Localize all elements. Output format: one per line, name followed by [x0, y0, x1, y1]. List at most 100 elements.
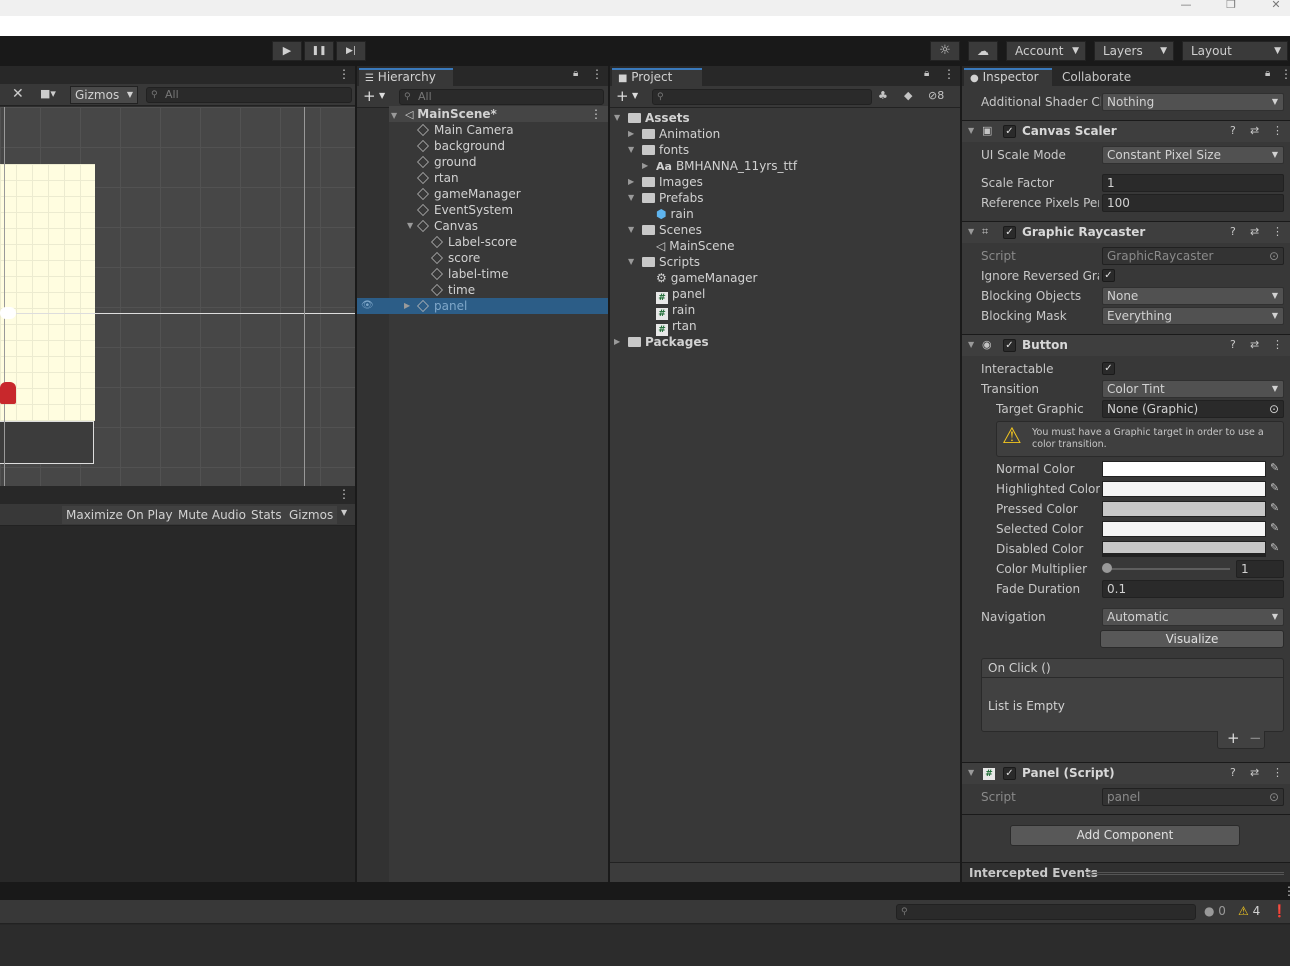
button-component-header[interactable]: ▼ ◉ ✓ Button ? ⇄ ⋮: [962, 334, 1290, 356]
disabled-color-swatch[interactable]: [1102, 541, 1266, 557]
maximize-on-play-toggle[interactable]: Maximize On Play: [62, 506, 177, 524]
project-item[interactable]: ⚙ gameManager: [610, 270, 960, 286]
game-gizmos-toggle[interactable]: Gizmos: [285, 506, 338, 524]
shader-channels-dropdown[interactable]: Nothing ▼: [1102, 93, 1284, 111]
hierarchy-item[interactable]: Label-score: [389, 234, 608, 250]
expand-arrow-icon[interactable]: ▶: [614, 334, 620, 350]
filter-type-icon[interactable]: ♣: [878, 89, 888, 102]
splitter[interactable]: [355, 66, 357, 882]
more-icon[interactable]: ⋮: [1272, 766, 1283, 779]
normal-color-swatch[interactable]: [1102, 461, 1266, 477]
more-icon[interactable]: ⋮: [338, 67, 350, 81]
object-picker-icon[interactable]: ⊙: [1269, 401, 1279, 417]
panel-script-header[interactable]: ▼ # ✓ Panel (Script) ? ⇄ ⋮: [962, 762, 1290, 784]
project-item[interactable]: ▼ Scenes: [610, 222, 960, 238]
tools-icon[interactable]: ✕: [12, 86, 24, 102]
add-icon[interactable]: +: [616, 87, 629, 105]
splitter[interactable]: [608, 66, 610, 882]
hidden-packages-icon[interactable]: ⊘8: [928, 89, 944, 102]
scene-search-input[interactable]: ⚲ All: [146, 87, 352, 103]
presets-icon[interactable]: ⇄: [1250, 124, 1259, 137]
more-icon[interactable]: ⋮: [1272, 124, 1283, 137]
enabled-checkbox[interactable]: ✓: [1003, 339, 1016, 352]
expand-arrow-icon[interactable]: ▼: [614, 110, 620, 126]
add-component-button[interactable]: Add Component: [1010, 825, 1240, 846]
hierarchy-item[interactable]: ground: [389, 154, 608, 170]
hierarchy-item[interactable]: 👁︎ ▶ panel: [357, 298, 608, 314]
tab-inspector[interactable]: ● Inspector: [964, 68, 1052, 86]
hierarchy-item[interactable]: label-time: [389, 266, 608, 282]
chevron-down-icon[interactable]: ▼: [632, 91, 638, 100]
project-item[interactable]: ▶ Packages: [610, 334, 960, 350]
help-icon[interactable]: ?: [1230, 225, 1236, 238]
help-icon[interactable]: ?: [1230, 338, 1236, 351]
selected-color-swatch[interactable]: [1102, 521, 1266, 537]
eyedropper-icon[interactable]: ✎: [1270, 541, 1279, 554]
cloud-icon[interactable]: ☁: [968, 41, 998, 61]
color-multiplier-slider[interactable]: [1104, 568, 1230, 570]
splitter[interactable]: [960, 66, 962, 882]
label-icon[interactable]: ◆: [904, 89, 912, 102]
remove-listener-button[interactable]: −: [1249, 729, 1262, 747]
error-icon[interactable]: ❗: [1272, 904, 1287, 918]
project-item[interactable]: # rtan: [610, 318, 960, 336]
project-search-input[interactable]: ⚲: [652, 89, 872, 105]
lock-icon[interactable]: 🔒︎: [924, 68, 929, 79]
canvas-scaler-header[interactable]: ▼ ▣ ✓ Canvas Scaler ? ⇄ ⋮: [962, 120, 1290, 142]
eyedropper-icon[interactable]: ✎: [1270, 481, 1279, 494]
project-item[interactable]: # panel: [610, 286, 960, 304]
transition-dropdown[interactable]: Color Tint ▼: [1102, 380, 1284, 398]
more-icon[interactable]: ⋮: [943, 67, 955, 81]
intercepted-events-bar[interactable]: Intercepted Events: [962, 862, 1290, 882]
stats-toggle[interactable]: Stats: [247, 506, 286, 524]
gizmos-dropdown[interactable]: Gizmos ▼: [70, 86, 138, 104]
hierarchy-item[interactable]: background: [389, 138, 608, 154]
expand-arrow-icon[interactable]: ▼: [628, 222, 634, 238]
game-view[interactable]: [0, 526, 355, 882]
project-item[interactable]: ⬢ rain: [610, 206, 960, 222]
project-item[interactable]: ◁ MainScene: [610, 238, 960, 254]
step-button[interactable]: ▶|: [336, 41, 366, 61]
eyedropper-icon[interactable]: ✎: [1270, 521, 1279, 534]
lock-icon[interactable]: 🔒︎: [573, 68, 578, 79]
enabled-checkbox[interactable]: ✓: [1003, 767, 1016, 780]
more-icon[interactable]: ⋮: [590, 106, 602, 122]
expand-arrow-icon[interactable]: ▼: [628, 142, 634, 158]
minimize-icon[interactable]: —: [1174, 0, 1198, 14]
project-item[interactable]: ▼ Assets: [610, 110, 960, 126]
layout-dropdown[interactable]: Layout ▼: [1182, 41, 1288, 61]
more-icon[interactable]: ⋮: [1283, 884, 1290, 898]
ignore-reversed-checkbox[interactable]: ✓: [1102, 269, 1115, 282]
target-graphic-field[interactable]: None (Graphic) ⊙: [1102, 400, 1284, 418]
expand-arrow-icon[interactable]: ▶: [628, 126, 634, 142]
tab-hierarchy[interactable]: ☰ Hierarchy: [359, 68, 453, 86]
help-icon[interactable]: ?: [1230, 766, 1236, 779]
tab-collaborate[interactable]: Collaborate: [1062, 70, 1131, 84]
collapse-arrow-icon[interactable]: ▼: [968, 340, 974, 349]
blocking-mask-dropdown[interactable]: Everything ▼: [1102, 307, 1284, 325]
expand-arrow-icon[interactable]: ▼: [628, 190, 634, 206]
add-listener-button[interactable]: +: [1227, 729, 1240, 747]
collapse-arrow-icon[interactable]: ▼: [968, 126, 974, 135]
more-icon[interactable]: ⋮: [1280, 67, 1290, 81]
highlighted-color-swatch[interactable]: [1102, 481, 1266, 497]
more-icon[interactable]: ⋮: [1272, 338, 1283, 351]
lock-icon[interactable]: 🔒︎: [1265, 68, 1270, 79]
scene-grid[interactable]: [0, 107, 355, 486]
visualize-button[interactable]: Visualize: [1100, 630, 1284, 648]
hierarchy-item[interactable]: EventSystem: [389, 202, 608, 218]
navigation-dropdown[interactable]: Automatic ▼: [1102, 608, 1284, 626]
fade-duration-field[interactable]: 0.1: [1102, 580, 1284, 598]
visibility-icon[interactable]: 👁︎: [361, 298, 374, 314]
chevron-down-icon[interactable]: ▼: [379, 91, 385, 100]
scene-row[interactable]: ▼ ◁ MainScene* ⋮: [389, 106, 608, 122]
error-count-toggle[interactable]: ● 0: [1204, 904, 1226, 918]
scale-factor-field[interactable]: 1: [1102, 174, 1284, 192]
enabled-checkbox[interactable]: ✓: [1003, 226, 1016, 239]
chevron-down-icon[interactable]: ▼: [341, 508, 347, 517]
presets-icon[interactable]: ⇄: [1250, 225, 1259, 238]
expand-arrow-icon[interactable]: ▼: [628, 254, 634, 270]
hierarchy-item[interactable]: gameManager: [389, 186, 608, 202]
hierarchy-item[interactable]: score: [389, 250, 608, 266]
eyedropper-icon[interactable]: ✎: [1270, 461, 1279, 474]
